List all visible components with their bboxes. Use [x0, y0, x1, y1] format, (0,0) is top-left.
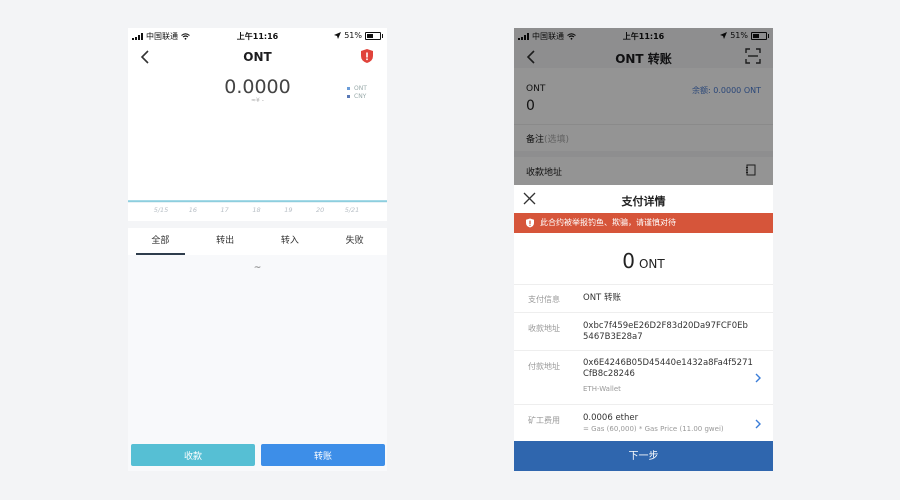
x-tick-label: 18	[252, 206, 260, 214]
fee-label: 矿工费用	[528, 416, 560, 425]
tab-all[interactable]: 全部	[128, 228, 193, 255]
pay-info-value: ONT 转账	[583, 293, 621, 303]
payment-details-sheet: 支付详情 此合约被举报钓鱼、欺骗，请谨慎对待 0 ONT 支付信息 ONT 转账 …	[514, 185, 773, 471]
x-tick-label: 16	[189, 206, 197, 214]
payment-amount-value: 0	[622, 249, 635, 273]
sheet-title: 支付详情	[621, 195, 666, 208]
empty-list-placeholder: ~	[253, 263, 262, 273]
transfer-button[interactable]: 转账	[261, 444, 385, 466]
x-tick-label: 5/15	[154, 206, 169, 214]
warning-icon	[526, 218, 534, 228]
location-icon	[334, 32, 342, 39]
detail-row-recipient: 收款地址 0xbc7f459eE26D2F83d20Da97FCF0Eb5467…	[514, 312, 773, 351]
shield-alert-icon[interactable]	[359, 48, 375, 64]
transaction-tabs: 全部 转出 转入 失败	[128, 228, 387, 255]
recipient-address: 0xbc7f459eE26D2F83d20Da97FCF0Eb5467B3E28…	[583, 321, 748, 342]
detail-row-fee[interactable]: 矿工费用 0.0006 ether = Gas (60,000) * Gas P…	[514, 404, 773, 442]
payer-wallet-name: ETH-Wallet	[583, 385, 621, 393]
fee-formula: = Gas (60,000) * Gas Price (11.00 gwei)	[583, 425, 724, 433]
tab-incoming[interactable]: 转入	[258, 228, 323, 255]
tab-outgoing[interactable]: 转出	[193, 228, 258, 255]
x-tick-label: 5/21	[345, 206, 360, 214]
x-tick-label: 20	[316, 206, 324, 214]
section-divider	[128, 221, 387, 228]
price-chart: 5/15 16 17 18 19 20 5/21	[128, 188, 387, 218]
recipient-label: 收款地址	[528, 324, 560, 333]
tab-failed[interactable]: 失败	[322, 228, 387, 255]
chevron-right-icon[interactable]	[753, 373, 763, 383]
warning-text: 此合约被举报钓鱼、欺骗，请谨慎对待	[540, 218, 676, 227]
x-tick-label: 17	[221, 206, 230, 214]
legend-item-ont: ONT	[347, 85, 367, 93]
sheet-header: 支付详情	[514, 185, 773, 213]
phishing-warning-banner: 此合约被举报钓鱼、欺骗，请谨慎对待	[514, 213, 773, 233]
chart-legend: ONT CNY	[347, 85, 367, 101]
transaction-list: ~	[128, 255, 387, 471]
fee-value: 0.0006 ether	[583, 413, 639, 423]
next-step-button[interactable]: 下一步	[514, 441, 773, 471]
status-bar: 中国联通 上午11:16 51%	[128, 28, 387, 44]
ont-wallet-screen: 中国联通 上午11:16 51% ONT 0.0000 ≈¥ - ONT CNY…	[128, 28, 387, 471]
payer-label: 付款地址	[528, 362, 560, 371]
pay-info-label: 支付信息	[528, 295, 560, 304]
ont-transfer-screen: 中国联通 上午11:16 51% ONT 转账 ONT 余额: 0.0000 O…	[514, 28, 773, 471]
receive-button[interactable]: 收款	[131, 444, 255, 466]
x-tick-label: 19	[284, 206, 292, 214]
payer-address: 0x6E4246B05D45440e1432a8Fa4f5271CfB8c282…	[583, 358, 753, 379]
nav-bar: ONT	[128, 46, 387, 68]
chevron-right-icon[interactable]	[753, 419, 763, 429]
battery-icon	[365, 31, 383, 40]
payment-amount: 0 ONT	[514, 249, 773, 273]
legend-item-cny: CNY	[347, 93, 367, 101]
detail-row-pay-info: 支付信息 ONT 转账	[514, 284, 773, 313]
payment-amount-unit: ONT	[638, 257, 665, 271]
battery-percent: 51%	[344, 31, 362, 40]
detail-row-payer[interactable]: 付款地址 0x6E4246B05D45440e1432a8Fa4f5271CfB…	[514, 350, 773, 405]
page-title: ONT	[243, 50, 272, 64]
